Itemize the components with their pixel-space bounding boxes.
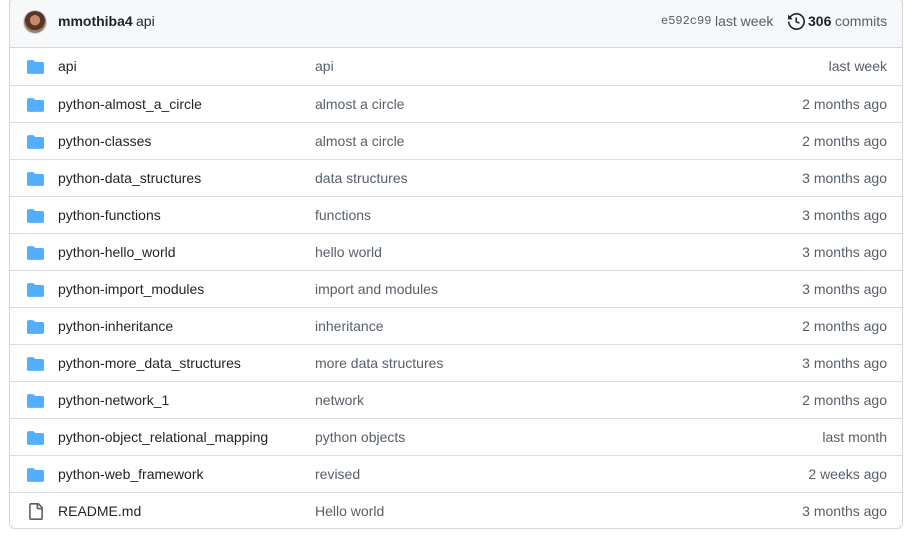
commit-age: 2 months ago	[802, 392, 887, 408]
commits-count-link[interactable]: 306	[808, 13, 831, 29]
commit-message-link[interactable]: functions	[315, 207, 371, 223]
folder-icon	[27, 320, 44, 334]
latest-commit-bar: mmothiba4 api e592c99 last week 306 comm…	[10, 0, 902, 48]
folder-icon	[27, 357, 44, 371]
folder-icon	[27, 283, 44, 297]
file-row[interactable]: python-functions functions 3 months ago	[10, 196, 902, 233]
commit-age: 2 weeks ago	[808, 466, 887, 482]
file-name-link[interactable]: python-more_data_structures	[58, 355, 241, 371]
commit-author-link[interactable]: mmothiba4	[58, 13, 133, 29]
file-name-link[interactable]: python-inheritance	[58, 318, 173, 334]
file-name-link[interactable]: python-web_framework	[58, 466, 204, 482]
commit-message-link[interactable]: hello world	[315, 244, 382, 260]
file-row[interactable]: python-classes almost a circle 2 months ag…	[10, 122, 902, 159]
commit-age: 2 months ago	[802, 96, 887, 112]
commit-message-link[interactable]: api	[315, 58, 334, 74]
commit-message-link[interactable]: network	[315, 392, 364, 408]
file-name-link[interactable]: python-functions	[58, 207, 161, 223]
commit-age: 3 months ago	[802, 170, 887, 186]
file-name-link[interactable]: python-data_structures	[58, 170, 201, 186]
file-icon	[27, 503, 44, 520]
file-name-link[interactable]: python-almost_a_circle	[58, 96, 202, 112]
file-name-link[interactable]: python-object_relational_mapping	[58, 429, 268, 445]
commit-message-link[interactable]: Hello world	[315, 503, 384, 519]
commit-message-link[interactable]: python objects	[315, 429, 405, 445]
file-row[interactable]: python-hello_world hello world 3 months ag…	[10, 233, 902, 270]
file-row[interactable]: python-almost_a_circle almost a circle 2 m…	[10, 85, 902, 122]
commit-message-link[interactable]: import and modules	[315, 281, 438, 297]
commit-age: 3 months ago	[802, 281, 887, 297]
file-row[interactable]: python-object_relational_mapping python o…	[10, 418, 902, 455]
commit-age: 2 months ago	[802, 318, 887, 334]
file-list: api api last week python-almost_a_circle alm…	[10, 48, 902, 528]
file-row[interactable]: python-data_structures data structures 3 m…	[10, 159, 902, 196]
commit-age: 3 months ago	[802, 355, 887, 371]
author-avatar[interactable]	[23, 10, 47, 34]
commit-message-link[interactable]: almost a circle	[315, 96, 404, 112]
commits-label-link[interactable]: commits	[835, 13, 887, 29]
commit-age: 3 months ago	[802, 244, 887, 260]
commit-sha-link[interactable]: e592c99	[661, 14, 711, 28]
file-row[interactable]: python-import_modules import and modules 3…	[10, 270, 902, 307]
file-name-link[interactable]: api	[58, 58, 77, 74]
folder-icon	[27, 431, 44, 445]
commit-message-link[interactable]: inheritance	[315, 318, 384, 334]
commit-message-link[interactable]: api	[136, 13, 155, 29]
file-row[interactable]: python-network_1 network 2 months ago	[10, 381, 902, 418]
file-name-link[interactable]: python-network_1	[58, 392, 169, 408]
folder-icon	[27, 394, 44, 408]
folder-icon	[27, 209, 44, 223]
commit-message-link[interactable]: almost a circle	[315, 133, 404, 149]
file-name-link[interactable]: python-import_modules	[58, 281, 204, 297]
folder-icon	[27, 246, 44, 260]
commit-message-link[interactable]: data structures	[315, 170, 408, 186]
commit-time: last week	[715, 13, 774, 29]
commit-age: 3 months ago	[802, 207, 887, 223]
commit-age: last month	[822, 429, 887, 445]
file-row[interactable]: api api last week	[10, 48, 902, 85]
commit-message-link[interactable]: revised	[315, 466, 360, 482]
folder-icon	[27, 98, 44, 112]
history-icon[interactable]	[788, 13, 805, 30]
file-name-link[interactable]: python-classes	[58, 133, 151, 149]
file-name-link[interactable]: README.md	[58, 503, 141, 519]
file-row[interactable]: README.md Hello world 3 months ago	[10, 492, 902, 528]
commit-message-link[interactable]: more data structures	[315, 355, 443, 371]
commit-age: 2 months ago	[802, 133, 887, 149]
folder-icon	[27, 172, 44, 186]
file-browser: mmothiba4 api e592c99 last week 306 comm…	[9, 0, 903, 529]
file-row[interactable]: python-web_framework revised 2 weeks ago	[10, 455, 902, 492]
folder-icon	[27, 60, 44, 74]
folder-icon	[27, 135, 44, 149]
file-name-link[interactable]: python-hello_world	[58, 244, 176, 260]
file-row[interactable]: python-inheritance inheritance 2 months ag…	[10, 307, 902, 344]
folder-icon	[27, 468, 44, 482]
commit-age: last week	[828, 58, 887, 74]
commit-age: 3 months ago	[802, 503, 887, 519]
file-row[interactable]: python-more_data_structures more data str…	[10, 344, 902, 381]
